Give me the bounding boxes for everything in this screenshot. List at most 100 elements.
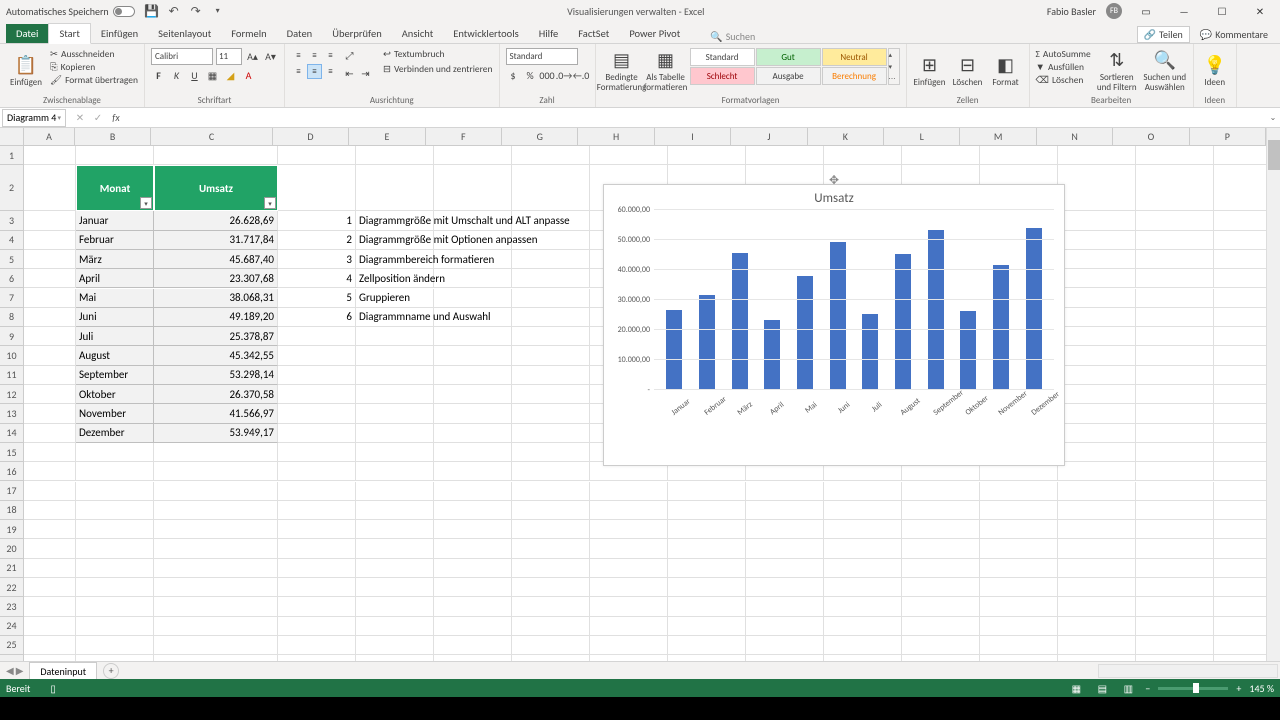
cell[interactable]	[590, 482, 668, 501]
cell[interactable]	[980, 146, 1058, 165]
cell[interactable]	[278, 655, 356, 661]
cell[interactable]	[1058, 308, 1136, 327]
tab-pagelayout[interactable]: Seitenlayout	[148, 24, 221, 43]
cell[interactable]	[24, 269, 76, 288]
horizontal-scrollbar[interactable]	[1098, 664, 1278, 678]
fill-color-button[interactable]: ◢	[223, 68, 238, 83]
cell[interactable]	[512, 578, 590, 597]
cell[interactable]	[434, 346, 512, 365]
cell[interactable]	[278, 404, 356, 423]
style-gut[interactable]: Gut	[756, 48, 821, 66]
cell[interactable]	[512, 366, 590, 385]
cell[interactable]: Diagrammgröße mit Optionen anpassen	[356, 231, 434, 250]
cell[interactable]	[512, 308, 590, 327]
cell[interactable]	[356, 539, 434, 558]
cell[interactable]: 2	[278, 231, 356, 250]
style-standard[interactable]: Standard	[690, 48, 755, 66]
cell[interactable]	[434, 655, 512, 661]
cell[interactable]	[24, 520, 76, 539]
cell[interactable]	[434, 539, 512, 558]
cell[interactable]	[434, 617, 512, 636]
align-right-button[interactable]: ≡	[323, 64, 338, 79]
cell[interactable]: Zellposition ändern	[356, 269, 434, 288]
cell[interactable]	[278, 539, 356, 558]
cell[interactable]	[980, 559, 1058, 578]
row-header[interactable]: 19	[0, 520, 24, 539]
number-format-select[interactable]: Standard	[506, 48, 578, 65]
column-header[interactable]: O	[1113, 128, 1189, 146]
vertical-scrollbar[interactable]	[1266, 128, 1280, 661]
row-header[interactable]: 2	[0, 165, 24, 211]
cell[interactable]	[824, 146, 902, 165]
cell[interactable]	[434, 443, 512, 462]
cell[interactable]	[1058, 385, 1136, 404]
cell[interactable]	[1058, 231, 1136, 250]
undo-icon[interactable]: ↶	[167, 4, 181, 18]
cell[interactable]	[278, 424, 356, 443]
paste-button[interactable]: 📋Einfügen	[6, 48, 46, 96]
cell[interactable]	[824, 482, 902, 501]
normal-view-icon[interactable]: ▦	[1067, 681, 1085, 695]
accounting-button[interactable]: $	[506, 68, 521, 83]
cell[interactable]	[356, 482, 434, 501]
cell[interactable]: November	[76, 404, 154, 423]
cell[interactable]	[154, 462, 278, 481]
cell[interactable]: März	[76, 250, 154, 269]
chart-bar[interactable]	[895, 254, 911, 390]
cell[interactable]	[154, 636, 278, 655]
row-header[interactable]: 8	[0, 308, 24, 327]
chart-bar[interactable]	[830, 242, 846, 390]
cell[interactable]	[512, 404, 590, 423]
cell[interactable]	[668, 539, 746, 558]
cell[interactable]	[356, 443, 434, 462]
cell[interactable]	[356, 597, 434, 616]
increase-font-icon[interactable]: A▴	[245, 49, 260, 64]
search-box[interactable]: 🔍Suchen	[710, 30, 755, 43]
italic-button[interactable]: K	[169, 68, 184, 83]
cell[interactable]	[746, 501, 824, 520]
cell[interactable]	[356, 366, 434, 385]
redo-icon[interactable]: ↷	[189, 4, 203, 18]
cell[interactable]: Oktober	[76, 385, 154, 404]
cell[interactable]	[356, 424, 434, 443]
cell[interactable]: Juni	[76, 308, 154, 327]
zoom-level[interactable]: 145 %	[1249, 682, 1274, 695]
cell[interactable]	[1136, 539, 1214, 558]
ideas-button[interactable]: 💡Ideen	[1200, 48, 1230, 96]
cell[interactable]	[1058, 539, 1136, 558]
cell[interactable]: 45.687,40	[154, 250, 278, 269]
cell[interactable]	[980, 636, 1058, 655]
cell[interactable]	[278, 443, 356, 462]
cell[interactable]	[590, 559, 668, 578]
cell[interactable]	[512, 443, 590, 462]
cell[interactable]	[512, 165, 590, 211]
cell[interactable]	[434, 462, 512, 481]
cell[interactable]	[24, 655, 76, 661]
cell[interactable]	[1136, 597, 1214, 616]
cell[interactable]	[1058, 404, 1136, 423]
cell[interactable]	[154, 559, 278, 578]
decrease-indent-button[interactable]: ⇤	[342, 66, 357, 81]
cell[interactable]	[590, 578, 668, 597]
cell[interactable]	[76, 559, 154, 578]
chart-bar[interactable]	[993, 265, 1009, 390]
cell[interactable]: September	[76, 366, 154, 385]
cell[interactable]	[154, 520, 278, 539]
close-icon[interactable]: ✕	[1246, 1, 1274, 21]
cell[interactable]	[902, 655, 980, 661]
row-header[interactable]: 26	[0, 655, 24, 661]
cell[interactable]	[980, 520, 1058, 539]
cell[interactable]	[356, 165, 434, 211]
row-header[interactable]: 25	[0, 636, 24, 655]
chart-bar[interactable]	[699, 295, 715, 390]
cell[interactable]	[434, 404, 512, 423]
cell[interactable]	[668, 146, 746, 165]
tab-review[interactable]: Überprüfen	[322, 24, 392, 43]
zoom-out-icon[interactable]: −	[1145, 682, 1150, 695]
cell[interactable]	[512, 501, 590, 520]
cell[interactable]	[1136, 424, 1214, 443]
cell[interactable]	[902, 617, 980, 636]
cell[interactable]	[434, 146, 512, 165]
cell[interactable]	[1136, 327, 1214, 346]
cell[interactable]	[1136, 404, 1214, 423]
